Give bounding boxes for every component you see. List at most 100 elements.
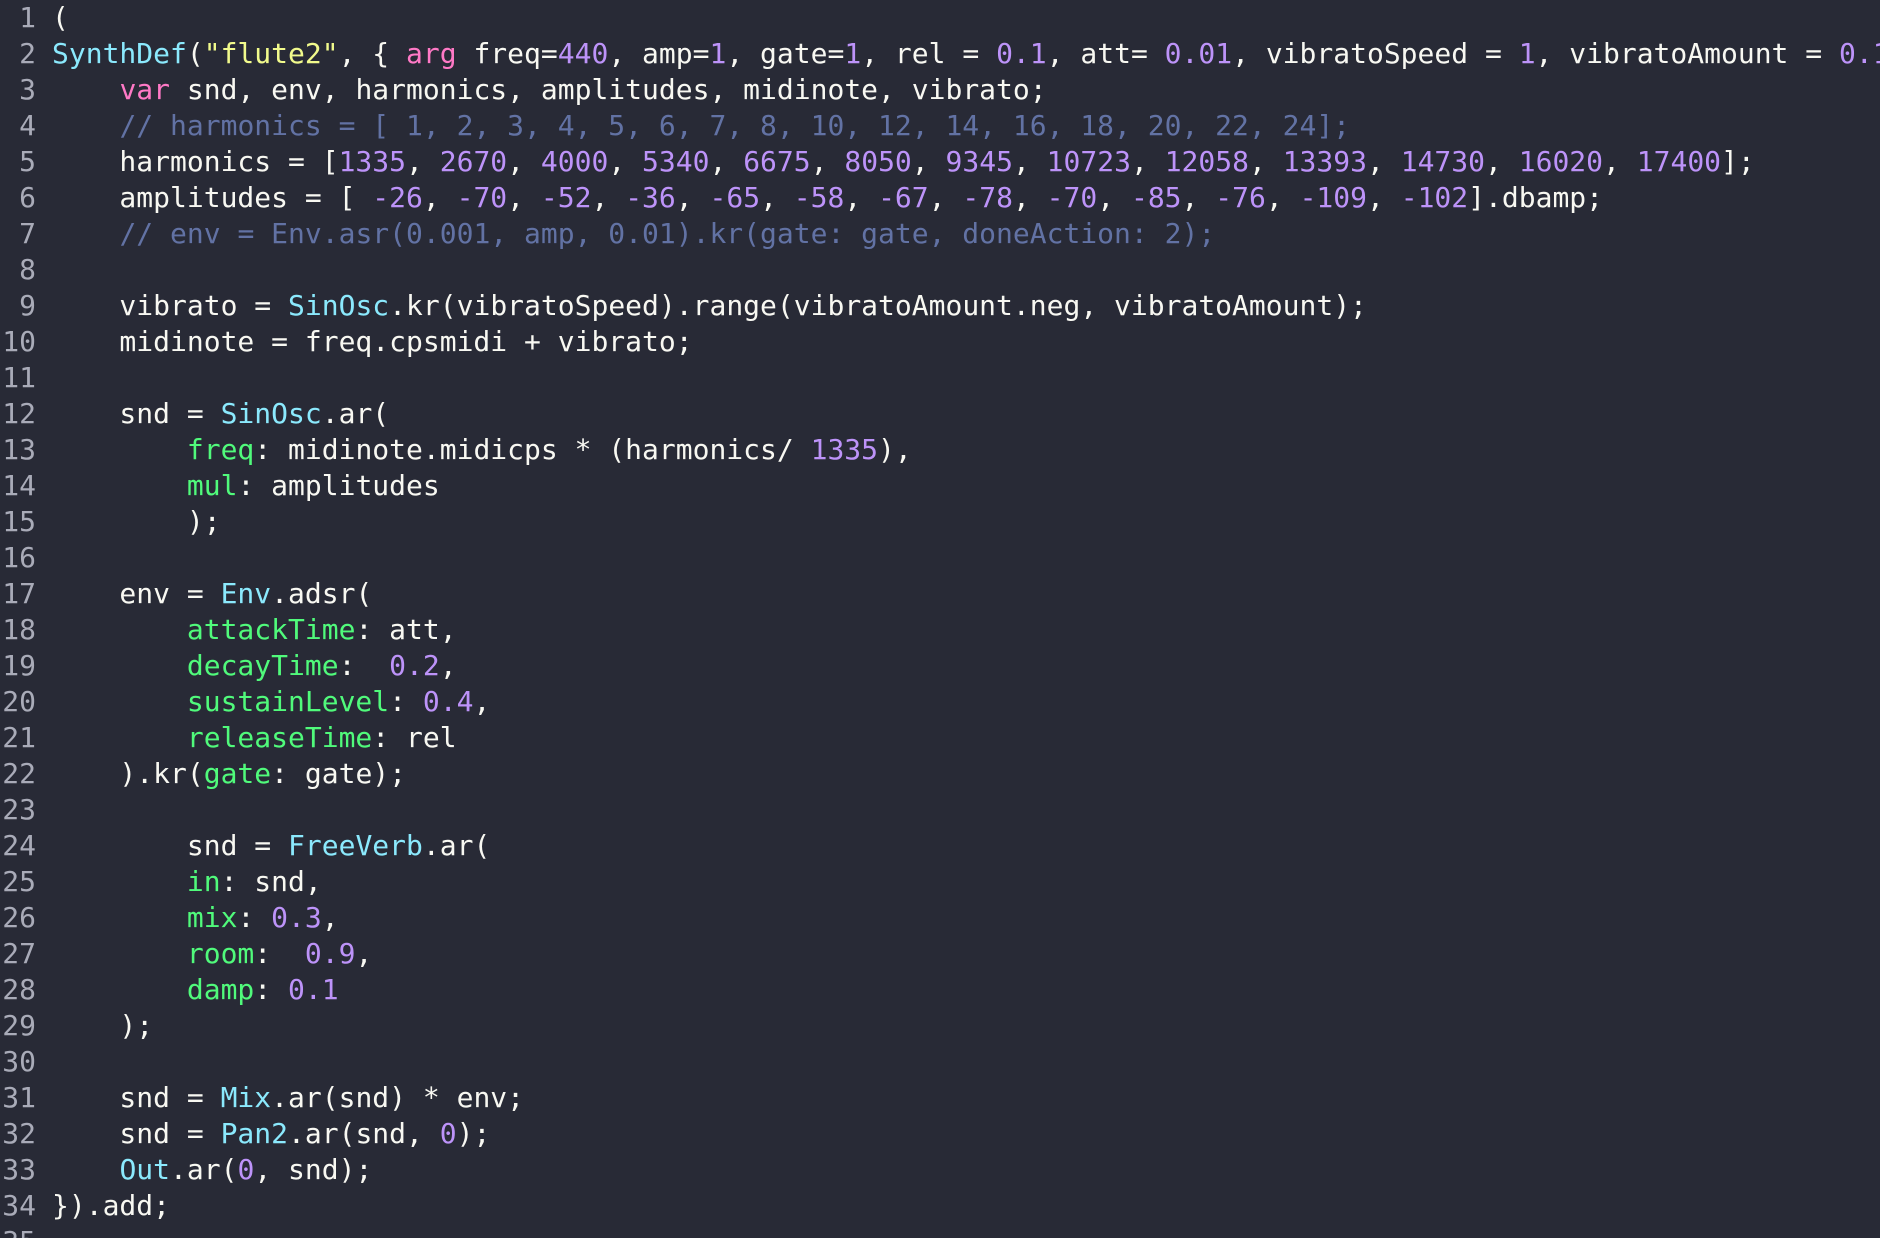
code-line[interactable]	[52, 360, 1880, 396]
line-number: 29	[2, 1009, 36, 1042]
line-number: 9	[19, 289, 36, 322]
code-token-num: 0.9	[304, 937, 356, 970]
code-token-plain: snd, env, harmonics, amplitudes, midinot…	[170, 73, 1047, 106]
code-token-plain: : amplitudes	[237, 469, 440, 502]
code-token-plain: : snd,	[220, 865, 322, 898]
line-number: 21	[2, 721, 36, 754]
code-token-kw: arg	[406, 37, 457, 70]
code-line[interactable]: );	[52, 504, 1880, 540]
code-token-num: -67	[878, 181, 929, 214]
code-token-num: 4000	[540, 145, 609, 178]
code-token-plain: );	[52, 505, 221, 538]
code-token-param: mix	[186, 901, 238, 934]
code-token-plain: amplitudes = [	[52, 181, 373, 214]
code-token-num: 16020	[1518, 145, 1604, 178]
code-token-plain: (	[52, 1, 69, 34]
code-line[interactable]: midinote = freq.cpsmidi + vibrato;	[52, 324, 1880, 360]
code-line[interactable]	[52, 540, 1880, 576]
code-token-plain: ),	[878, 433, 912, 466]
code-token-plain: ,	[928, 181, 963, 214]
code-line[interactable]: SynthDef("flute2", { arg freq=440, amp=1…	[52, 36, 1880, 72]
line-number: 20	[2, 685, 36, 718]
code-line[interactable]: env = Env.adsr(	[52, 576, 1880, 612]
code-token-plain: ,	[1012, 181, 1047, 214]
line-number: 18	[2, 613, 36, 646]
code-token-num: -70	[1046, 181, 1098, 214]
code-token-plain: .ar(snd) * env;	[271, 1081, 525, 1114]
code-line[interactable]: // harmonics = [ 1, 2, 3, 4, 5, 6, 7, 8,…	[52, 108, 1880, 144]
code-token-plain: vibrato =	[52, 289, 289, 322]
code-token-num: -78	[962, 181, 1013, 214]
line-number: 28	[2, 973, 36, 1006]
code-line[interactable]: snd = SinOsc.ar(	[52, 396, 1880, 432]
code-line[interactable]	[52, 1044, 1880, 1080]
code-token-num: 14730	[1400, 145, 1486, 178]
code-line[interactable]	[52, 252, 1880, 288]
code-token-plain: ,	[406, 145, 440, 178]
code-token-num: -36	[625, 181, 676, 214]
code-line[interactable]: snd = FreeVerb.ar(	[52, 828, 1880, 864]
code-token-plain: ,	[473, 685, 491, 718]
code-token-num: -109	[1299, 181, 1367, 214]
code-line[interactable]: damp: 0.1	[52, 972, 1880, 1008]
code-line[interactable]: releaseTime: rel	[52, 720, 1880, 756]
code-token-plain: :	[254, 973, 289, 1006]
code-token-plain: ).kr(	[52, 757, 204, 790]
code-editor[interactable]: 1 2 3 4 5 6 7 8 9 10 11 12 13 14 15 16 17 18 19 20 21 22 23 24 2…	[0, 0, 1880, 1238]
code-token-num: 12058	[1164, 145, 1249, 178]
code-token-plain: midinote = freq.cpsmidi + vibrato;	[52, 325, 693, 358]
code-token-plain: add;	[102, 1189, 171, 1222]
code-line[interactable]: in: snd,	[52, 864, 1880, 900]
code-token-class: Out	[119, 1153, 171, 1186]
code-line[interactable]: ).kr(gate: gate);	[52, 756, 1880, 792]
line-number: 33	[2, 1153, 36, 1186]
code-area[interactable]: (SynthDef("flute2", { arg freq=440, amp=…	[52, 0, 1880, 1238]
code-line[interactable]: vibrato = SinOsc.kr(vibratoSpeed).range(…	[52, 288, 1880, 324]
code-line[interactable]: mul: amplitudes	[52, 468, 1880, 504]
code-token-plain: , gate=	[726, 37, 845, 70]
code-token-plain: :	[389, 685, 423, 718]
code-token-plain: ,	[507, 181, 541, 214]
code-line[interactable]: attackTime: att,	[52, 612, 1880, 648]
code-token-num: 10723	[1046, 145, 1131, 178]
code-line[interactable]: );	[52, 1008, 1880, 1044]
code-line[interactable]: mix: 0.3,	[52, 900, 1880, 936]
code-line[interactable]: var snd, env, harmonics, amplitudes, mid…	[52, 72, 1880, 108]
code-line[interactable]: sustainLevel: 0.4,	[52, 684, 1880, 720]
code-line[interactable]: (	[52, 0, 1880, 36]
code-line[interactable]: snd = Mix.ar(snd) * env;	[52, 1080, 1880, 1116]
code-line[interactable]: freq: midinote.midicps * (harmonics/ 133…	[52, 432, 1880, 468]
code-token-param: releaseTime	[186, 721, 373, 754]
code-line[interactable]	[52, 1224, 1880, 1238]
code-line[interactable]: decayTime: 0.2,	[52, 648, 1880, 684]
code-line[interactable]: harmonics = [1335, 2670, 4000, 5340, 667…	[52, 144, 1880, 180]
code-token-plain: ,	[1367, 181, 1401, 214]
code-token-plain: : midinote.midicps * (harmonics/	[254, 433, 811, 466]
code-token-plain: ,	[760, 181, 794, 214]
code-token-plain: ,	[355, 937, 373, 970]
code-line[interactable]: // env = Env.asr(0.001, amp, 0.01).kr(ga…	[52, 216, 1880, 252]
code-token-comment: // harmonics = [ 1, 2, 3, 4, 5, 6, 7, 8,…	[119, 109, 1351, 142]
code-token-plain: ,	[1485, 145, 1519, 178]
code-line[interactable]: }).add;	[52, 1188, 1880, 1224]
code-token-class: FreeVerb	[288, 829, 423, 862]
code-token-plain: ,	[810, 145, 845, 178]
line-number: 8	[19, 253, 36, 286]
code-line[interactable]: amplitudes = [ -26, -70, -52, -36, -65, …	[52, 180, 1880, 216]
code-token-plain: ,	[709, 145, 744, 178]
code-line[interactable]: snd = Pan2.ar(snd, 0);	[52, 1116, 1880, 1152]
line-number: 13	[2, 433, 36, 466]
code-line[interactable]: Out.ar(0, snd);	[52, 1152, 1880, 1188]
code-token-plain: .ar(snd,	[288, 1117, 440, 1150]
code-line[interactable]: room: 0.9,	[52, 936, 1880, 972]
code-token-plain: snd =	[52, 397, 221, 430]
code-token-num: 6675	[743, 145, 811, 178]
code-token-num: 2670	[439, 145, 508, 178]
code-line[interactable]	[52, 792, 1880, 828]
code-token-num: 440	[557, 37, 609, 70]
